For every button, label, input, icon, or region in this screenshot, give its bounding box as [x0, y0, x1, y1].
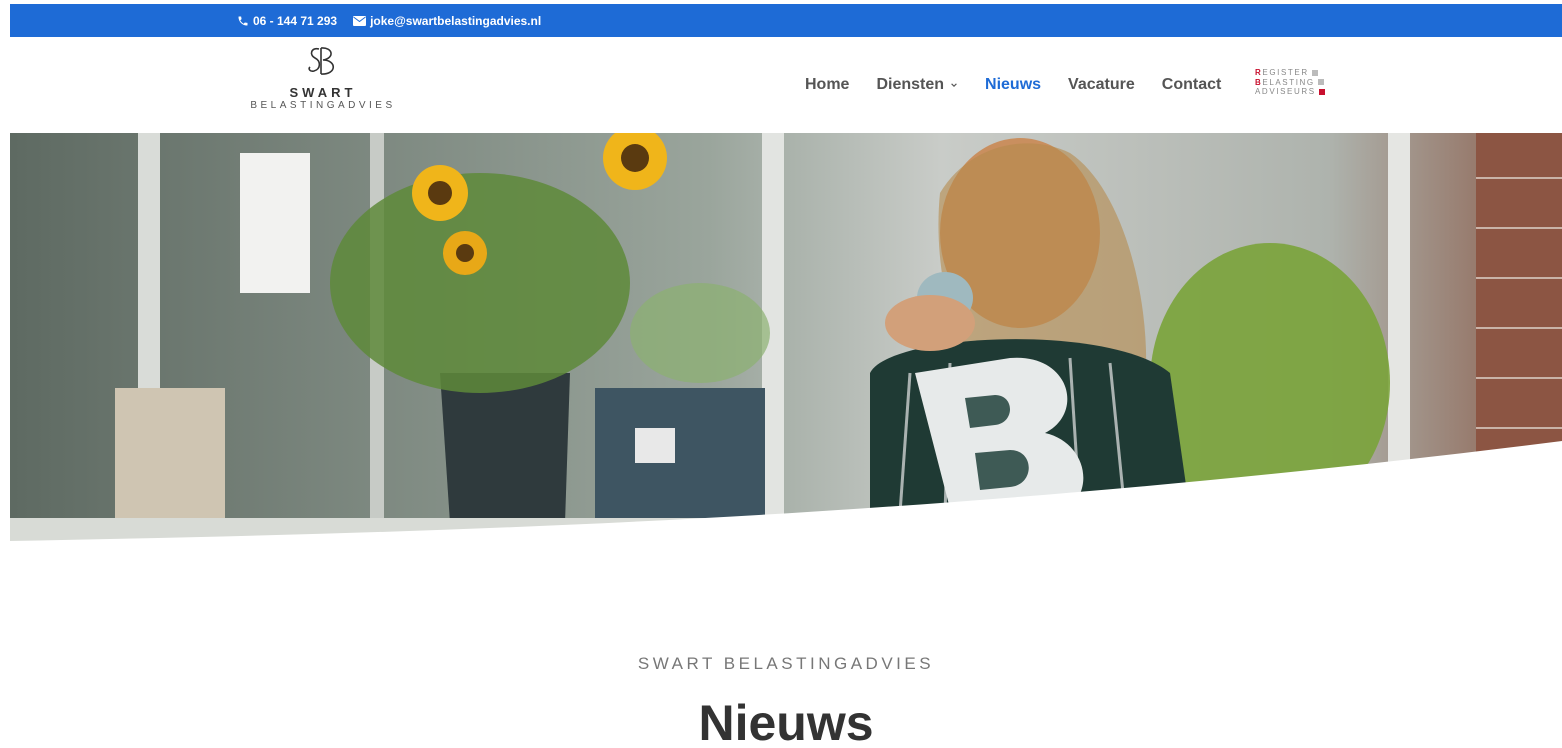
rb-text-register: EGISTER [1262, 68, 1309, 77]
rb-line-3: ADVISEURS [1255, 87, 1325, 97]
red-square-icon [1318, 88, 1325, 95]
register-belastingadviseurs-logo[interactable]: REGISTER BELASTING ADVISEURS [1255, 68, 1325, 97]
logo-subtitle: BELASTINGADVIES [250, 100, 396, 111]
nav-label-home: Home [805, 76, 850, 93]
phone-number: 06 - 144 71 293 [253, 13, 338, 28]
page: 06 - 144 71 293 joke@swartbelastingadvie… [10, 0, 1562, 748]
section-eyebrow: SWART BELASTINGADVIES [637, 654, 935, 673]
hero-image [10, 133, 1562, 545]
chevron-down-icon [950, 76, 958, 94]
logo-name: SWART [289, 85, 357, 100]
main-navigation: Home Diensten Nieuws Vacature Contact [805, 37, 1221, 133]
envelope-icon [353, 15, 367, 26]
email-link[interactable]: joke@swartbelastingadvies.nl [353, 14, 541, 28]
phone-link[interactable]: 06 - 144 71 293 [237, 14, 337, 28]
nav-item-diensten[interactable]: Diensten [876, 76, 958, 94]
nav-label-diensten: Diensten [876, 76, 945, 93]
phone-icon [237, 15, 249, 27]
rb-line-2: BELASTING [1255, 78, 1325, 88]
site-logo[interactable]: SWART BELASTINGADVIES [238, 45, 408, 125]
nav-item-home[interactable]: Home [805, 76, 849, 94]
site-header: SWART BELASTINGADVIES Home Diensten Nieu… [10, 37, 1562, 133]
rb-text-adviseurs: ADVISEURS [1255, 87, 1316, 96]
nav-label-nieuws: Nieuws [985, 76, 1042, 93]
nav-item-vacature[interactable]: Vacature [1068, 76, 1135, 94]
hero-photo-illustration [10, 133, 1562, 545]
nav-item-nieuws[interactable]: Nieuws [985, 76, 1041, 94]
nav-label-contact: Contact [1161, 76, 1222, 93]
nav-item-contact[interactable]: Contact [1162, 76, 1222, 94]
grey-square-icon [1311, 69, 1318, 76]
email-address: joke@swartbelastingadvies.nl [370, 13, 542, 28]
rb-line-1: REGISTER [1255, 68, 1325, 78]
grey-square-icon [1317, 79, 1324, 86]
nav-label-vacature: Vacature [1068, 76, 1135, 93]
rb-text-belasting: ELASTING [1262, 77, 1315, 87]
logo-monogram-icon [238, 45, 408, 84]
top-contact-bar: 06 - 144 71 293 joke@swartbelastingadvie… [10, 4, 1562, 37]
page-title: Nieuws [698, 695, 874, 748]
contact-info: 06 - 144 71 293 joke@swartbelastingadvie… [237, 4, 541, 37]
